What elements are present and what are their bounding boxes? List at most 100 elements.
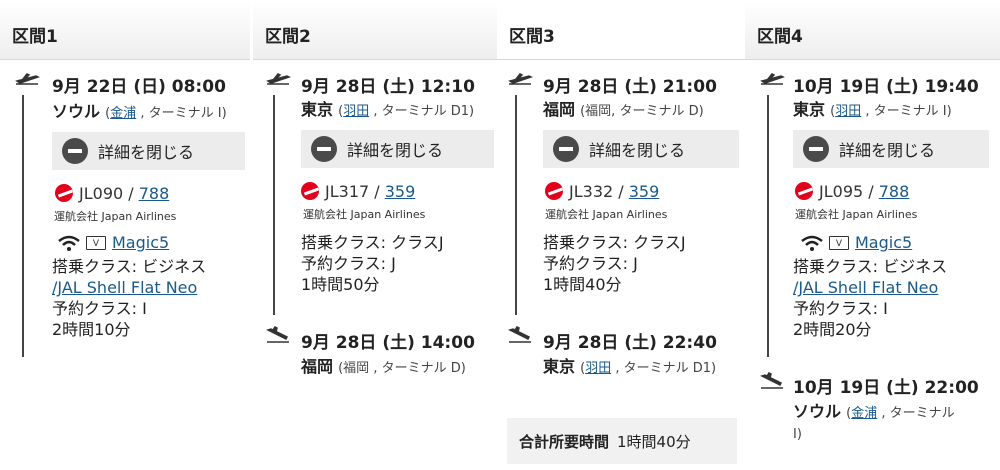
takeoff-icon [15, 73, 40, 85]
departure-city: 東京 [793, 100, 826, 119]
operator: 運航会社 Japan Airlines [795, 208, 918, 221]
booking-class: 予約クラス: J [301, 254, 396, 273]
seat-type-link[interactable]: /JAL Shell Flat Neo [793, 277, 938, 298]
operator: 運航会社 Japan Airlines [545, 208, 668, 221]
flight-info: JL090 / 788 [55, 184, 169, 203]
departure-terminal: (福岡, ターミナル D) [580, 104, 704, 119]
booking-class: 予約クラス: I [793, 299, 888, 318]
arrival-city: 福岡 [301, 357, 334, 376]
departure-airport: 東京 (羽田 , ターミナル I) [793, 100, 952, 119]
segment-3: 区間3 9月 28日 (土) 21:00 福岡 (福岡, ターミナル D) 詳細… [497, 0, 745, 470]
flight-number: JL095 [819, 182, 864, 201]
seat-type-link[interactable]: /JAL Shell Flat Neo [52, 277, 197, 298]
flight-duration: 1時間50分 [301, 275, 380, 294]
jal-logo-icon [301, 182, 319, 200]
wifi-icon [801, 235, 823, 251]
arrival-city: 東京 [543, 357, 576, 376]
jal-logo-icon [545, 182, 563, 200]
flight-number: JL332 [569, 182, 614, 201]
departure-datetime: 10月 19日 (土) 19:40 [793, 77, 979, 97]
operator: 運航会社 Japan Airlines [303, 208, 426, 221]
booking-class: 予約クラス: J [543, 254, 638, 273]
arrival-city: ソウル [793, 402, 842, 421]
landing-icon [760, 372, 783, 389]
timeline-line [22, 95, 24, 357]
total-duration: 合計所要時間 1時間40分 [507, 418, 737, 464]
flight-number: JL090 [79, 184, 124, 203]
arrival-datetime: 10月 19日 (土) 22:00 [793, 378, 979, 398]
arrival-datetime: 9月 28日 (土) 14:00 [301, 333, 475, 353]
segment-4: 区間4 10月 19日 (土) 19:40 東京 (羽田 , ターミナル I) … [745, 0, 1000, 470]
departure-city: 東京 [301, 100, 334, 119]
close-details-button[interactable]: 詳細を閉じる [543, 130, 739, 168]
arrival-airport: ソウル (金浦 , ターミナル [793, 402, 955, 421]
flight-info: JL317 / 359 [301, 182, 415, 201]
aircraft-link[interactable]: 359 [629, 182, 660, 201]
minus-icon [62, 138, 88, 164]
timeline-line [767, 95, 769, 357]
cabin-class: 搭乗クラス: ビジネス [793, 257, 948, 276]
operator: 運航会社 Japan Airlines [54, 210, 177, 223]
takeoff-icon [760, 73, 785, 85]
airport-link[interactable]: 金浦 [110, 106, 136, 121]
amenities: V Magic5 [801, 233, 912, 252]
aircraft-link[interactable]: 359 [385, 182, 416, 201]
departure-airport: 福岡 (福岡, ターミナル D) [543, 96, 704, 120]
minus-icon [311, 136, 337, 162]
airport-link[interactable]: 羽田 [343, 104, 369, 119]
takeoff-icon [266, 73, 291, 85]
segment-1: 区間1 9月 22日 (日) 08:00 ソウル (金浦 , ターミナル I) … [0, 0, 250, 365]
segment-title: 区間2 [253, 0, 497, 60]
wifi-icon [58, 235, 80, 251]
arrival-airport: 東京 (羽田 , ターミナル D1) [543, 357, 717, 376]
entertainment-link[interactable]: Magic5 [855, 233, 912, 252]
flight-info: JL095 / 788 [795, 182, 909, 201]
close-details-label: 詳細を閉じる [589, 141, 686, 160]
timeline-line [515, 95, 517, 315]
arrival-terminal-tail: I) [793, 427, 802, 442]
departure-city: 福岡 [543, 100, 576, 119]
landing-icon [266, 326, 289, 343]
flight-duration: 2時間10分 [52, 320, 131, 339]
minus-icon [553, 136, 579, 162]
cabin-class: 搭乗クラス: クラスJ [301, 233, 444, 252]
airport-link[interactable]: 羽田 [835, 104, 861, 119]
segment-title: 区間4 [745, 0, 1000, 60]
amenities: V Magic5 [58, 233, 169, 252]
total-duration-value: 1時間40分 [617, 432, 691, 451]
flight-duration: 2時間20分 [793, 320, 872, 339]
cabin-class: 搭乗クラス: クラスJ [543, 233, 686, 252]
flight-number: JL317 [325, 182, 370, 201]
airport-link[interactable]: 羽田 [585, 361, 611, 376]
flight-info: JL332 / 359 [545, 182, 659, 201]
aircraft-link[interactable]: 788 [139, 184, 170, 203]
close-details-label: 詳細を閉じる [98, 143, 195, 162]
takeoff-icon [508, 73, 533, 85]
arrival-airport: 福岡 (福岡 , ターミナル D) [301, 353, 466, 377]
segment-2: 区間2 9月 28日 (土) 12:10 東京 (羽田 , ターミナル D1) … [253, 0, 497, 385]
segment-title: 区間3 [497, 0, 745, 60]
entertainment-link[interactable]: Magic5 [112, 233, 169, 252]
departure-city: ソウル [52, 102, 101, 121]
terminal: ターミナル [889, 406, 955, 421]
flight-duration: 1時間40分 [543, 275, 622, 294]
terminal: ターミナル D1) [381, 104, 475, 119]
close-details-button[interactable]: 詳細を閉じる [793, 130, 989, 168]
landing-icon [508, 326, 531, 343]
close-details-label: 詳細を閉じる [347, 141, 444, 160]
aircraft-link[interactable]: 788 [879, 182, 910, 201]
total-duration-label: 合計所要時間 [519, 432, 610, 451]
departure-airport: ソウル (金浦 , ターミナル I) [52, 102, 227, 121]
jal-logo-icon [55, 184, 73, 202]
segment-title: 区間1 [0, 0, 250, 60]
jal-logo-icon [795, 182, 813, 200]
close-details-button[interactable]: 詳細を閉じる [301, 130, 494, 168]
terminal: ターミナル I) [873, 104, 952, 119]
tv-icon: V [86, 235, 106, 250]
departure-datetime: 9月 28日 (土) 12:10 [301, 77, 475, 97]
timeline-line [273, 95, 275, 315]
booking-class: 予約クラス: I [52, 299, 147, 318]
terminal: ターミナル D1) [623, 361, 717, 376]
airport-link[interactable]: 金浦 [851, 406, 877, 421]
close-details-button[interactable]: 詳細を閉じる [52, 132, 245, 170]
